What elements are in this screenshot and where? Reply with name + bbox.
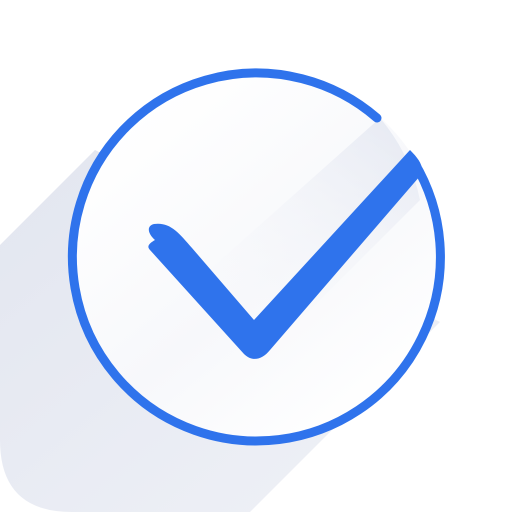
app-icon [0, 0, 512, 512]
checkmark-circle-icon [0, 0, 512, 512]
